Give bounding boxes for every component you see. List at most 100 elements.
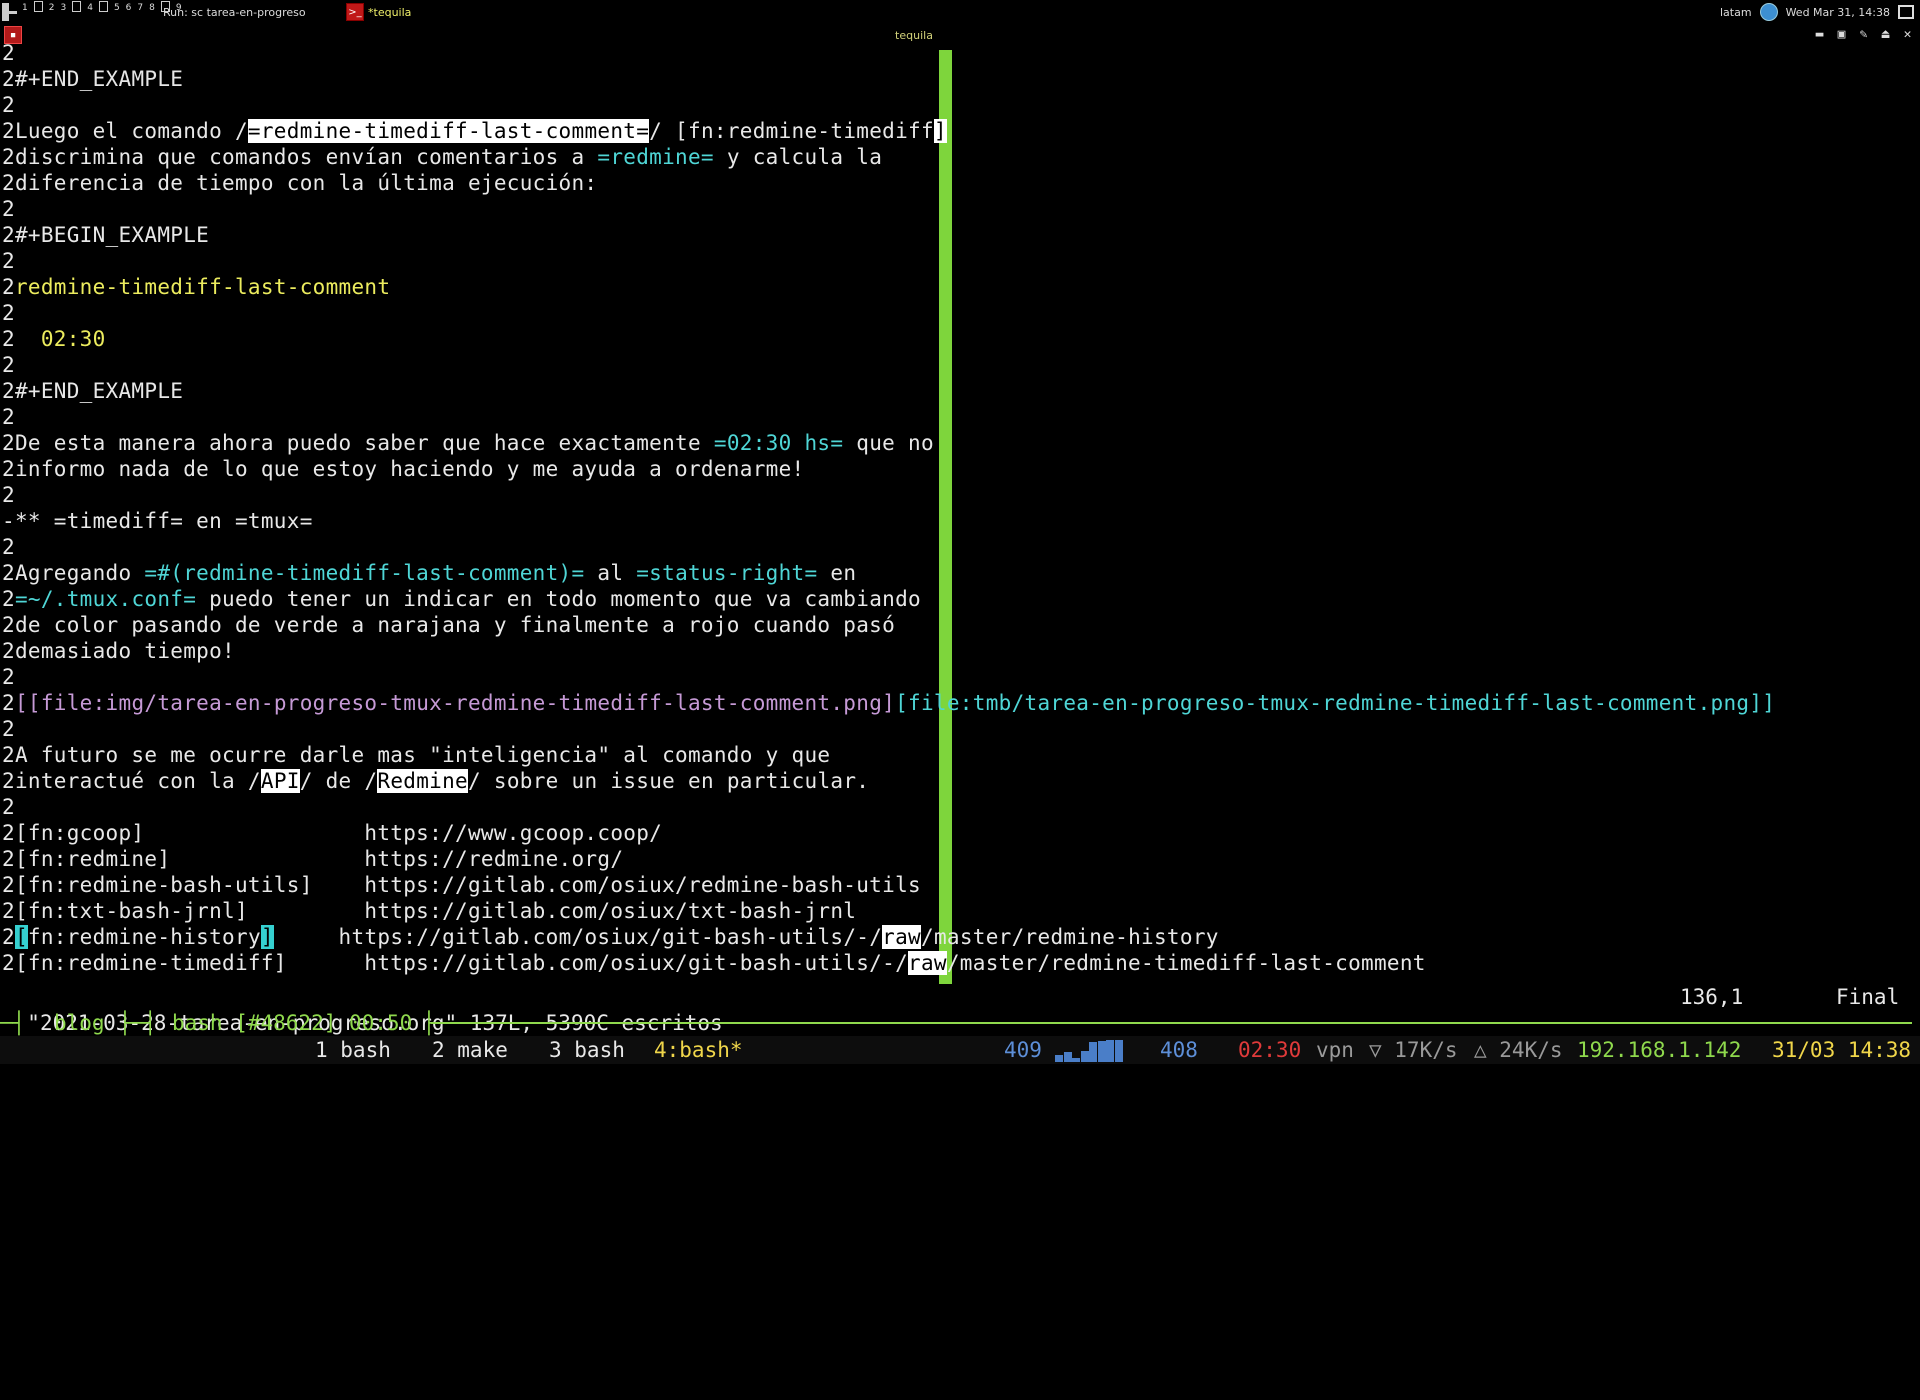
workspace-window-icon[interactable] [72,1,82,12]
buffer-line[interactable]: 2discrimina que comandos envían comentar… [2,144,1918,170]
buffer-text: 2 [2,665,15,689]
buffer-line[interactable]: 2[[file:img/tarea-en-progreso-tmux-redmi… [2,690,1918,716]
tmux-window-active[interactable]: 4:bash* [654,1036,743,1064]
buffer-line[interactable]: 2interactué con la /API/ de /Redmine/ so… [2,768,1918,794]
workspace-window-icon[interactable] [98,1,108,12]
buffer-text: en [817,561,857,585]
tmux-window-2[interactable]: 2 make [432,1036,508,1064]
buffer-line[interactable]: 2 [2,482,1918,508]
clock[interactable]: Wed Mar 31, 14:38 [1786,6,1890,19]
workspace-3[interactable]: 3 [60,0,66,13]
buffer-text: 2 [2,67,15,91]
buffer-line[interactable]: 2 [2,92,1918,118]
sparkline-bar [1080,1051,1089,1062]
buffer-line[interactable]: 2[fn:redmine] https://redmine.org/ [2,846,1918,872]
workspace-2[interactable]: 2 [49,0,55,13]
buffer-line[interactable]: 2redmine-timediff-last-comment [2,274,1918,300]
workspace-8[interactable]: 8 [149,0,155,13]
buffer-line[interactable]: 2diferencia de tiempo con la última ejec… [2,170,1918,196]
buffer-text: 2#+BEGIN_EXAMPLE [2,223,210,247]
buffer-line[interactable]: 2#+BEGIN_EXAMPLE [2,222,1918,248]
buffer-line[interactable]: -** =timediff= en =tmux= [2,508,1918,534]
buffer-text: ] [933,119,947,143]
buffer-line[interactable]: 2[fn:redmine-timediff] https://gitlab.co… [2,950,1918,976]
tmux-date: 31/03 14:38 [1772,1038,1912,1062]
workspace-5[interactable]: 5 [114,0,120,13]
buffer-line[interactable]: 2#+END_EXAMPLE [2,378,1918,404]
buffer-line[interactable]: 2 02:30 [2,326,1918,352]
buffer-line[interactable]: 2[fn:txt-bash-jrnl] https://gitlab.com/o… [2,898,1918,924]
buffer-text: 2interactué con la / [2,769,261,793]
taskbar-item-tequila[interactable]: >_ *tequila [346,3,411,21]
buffer-text: fn:redmine-history [27,925,261,949]
pane-border-line [431,1022,1912,1024]
download-rate: ▽ 17K/s [1369,1038,1458,1062]
buffer-text: 02:30 [40,327,106,351]
wm-logo-icon[interactable] [2,3,18,21]
buffer-line[interactable]: 2[fn:redmine-history] https://gitlab.com… [2,924,1918,950]
buffer-text: / de / [299,769,378,793]
buffer-line[interactable]: 2 [2,664,1918,690]
session-name[interactable]: blog [54,1010,105,1036]
buffer-text: 2De esta manera ahora puedo saber que ha… [2,431,714,455]
buffer-line[interactable]: 2De esta manera ahora puedo saber que ha… [2,430,1918,456]
buffer-line[interactable]: 2 [2,534,1918,560]
buffer-text: y calcula la [713,145,883,169]
vim-buffer[interactable]: 2 2#+END_EXAMPLE 2 2Luego el comando /=redm… [2,40,1918,976]
buffer-text: 2diferencia de tiempo con la última ejec… [2,171,598,195]
buffer-text: 2A futuro se me ocurre darle mas "inteli… [2,743,831,767]
buffer-text: 2 [2,925,15,949]
buffer-text: 2 [2,353,15,377]
workspace-4[interactable]: 4 [87,0,93,13]
buffer-line[interactable]: 2 [2,794,1918,820]
buffer-text: 2[fn:redmine] https://redmine.org/ [2,847,624,871]
wm-top-bar: 123456789 Run: sc tarea-en-progreso >_ *… [0,0,1920,24]
buffer-text: 2 [2,483,15,507]
workspace-window-icon[interactable] [33,1,43,12]
buffer-line[interactable]: 2Luego el comando /=redmine-timediff-las… [2,118,1918,144]
buffer-text: 2 [2,197,15,221]
buffer-text: https://gitlab.com/osiux/git-bash-utils/… [273,925,883,949]
workspace-1[interactable]: 1 [22,0,28,13]
run-command-label: Run: sc tarea-en-progreso [163,6,306,19]
buffer-line[interactable]: 2[fn:gcoop] https://www.gcoop.coop/ [2,820,1918,846]
buffer-line[interactable]: 2de color pasando de verde a narajana y … [2,612,1918,638]
buffer-line[interactable]: 2 [2,352,1918,378]
keyboard-layout-label[interactable]: latam [1720,6,1752,19]
buffer-text: =#(redmine-timediff-last-comment)= [144,561,585,585]
buffer-text: redmine-timediff-last-comment [14,275,391,299]
workspace-switcher[interactable]: 123456789 [22,0,182,24]
buffer-text: al [584,561,637,585]
upload-rate: △ 24K/s [1474,1038,1563,1062]
workspace-7[interactable]: 7 [137,0,143,13]
buffer-text: 2[fn:txt-bash-jrnl] https://gitlab.com/o… [2,899,857,923]
buffer-text: 2discrimina que comandos envían comentar… [2,145,598,169]
buffer-line[interactable]: 2 [2,300,1918,326]
buffer-text: 2[fn:gcoop] https://www.gcoop.coop/ [2,821,663,845]
sparkline-bar [1106,1040,1114,1062]
buffer-text: raw [908,951,947,975]
buffer-line[interactable]: 2 [2,40,1918,66]
buffer-text: 2de color pasando de verde a narajana y … [2,613,896,637]
buffer-text: =status-right= [636,561,818,585]
buffer-line[interactable]: 2=~/.tmux.conf= puedo tener un indicar e… [2,586,1918,612]
buffer-line[interactable]: 2 [2,716,1918,742]
buffer-line[interactable]: 2#+END_EXAMPLE [2,66,1918,92]
workspace-6[interactable]: 6 [126,0,132,13]
show-desktop-icon[interactable] [1898,5,1914,19]
buffer-line[interactable]: 2 [2,196,1918,222]
tmux-window-3[interactable]: 3 bash [549,1036,625,1064]
network-globe-icon[interactable] [1759,3,1778,21]
vpn-status: vpn [1316,1038,1354,1062]
buffer-line[interactable]: 2informo nada de lo que estoy haciendo y… [2,456,1918,482]
buffer-line[interactable]: 2[fn:redmine-bash-utils] https://gitlab.… [2,872,1918,898]
tmux-pane-border: ─┤ blog ├─┤ bash [#48622] 00:50 ├ [0,1010,1920,1036]
buffer-line[interactable]: 2demasiado tiempo! [2,638,1918,664]
tmux-window-1[interactable]: 1 bash [315,1036,391,1064]
buffer-text: que no [843,431,934,455]
buffer-text: ] [260,925,274,949]
buffer-line[interactable]: 2Agregando =#(redmine-timediff-last-comm… [2,560,1918,586]
buffer-line[interactable]: 2 [2,248,1918,274]
buffer-line[interactable]: 2 [2,404,1918,430]
buffer-line[interactable]: 2A futuro se me ocurre darle mas "inteli… [2,742,1918,768]
